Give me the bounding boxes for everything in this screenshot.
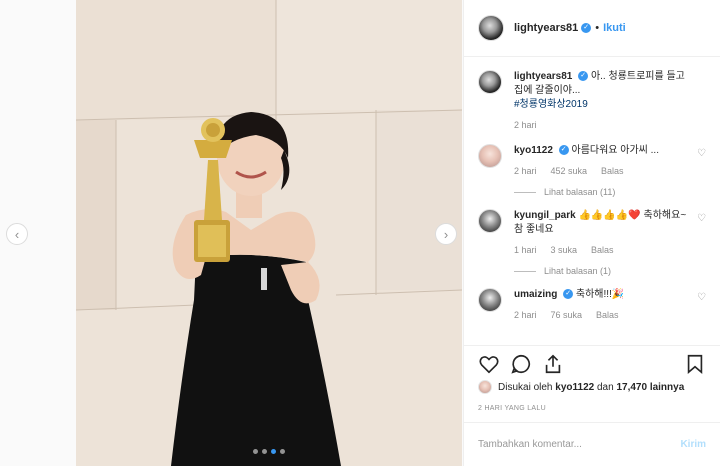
view-replies-label[interactable]: Lihat balasan (11) — [544, 185, 615, 199]
commenter-username[interactable]: kyo1122 — [514, 145, 553, 156]
commenter-avatar[interactable] — [478, 209, 502, 233]
comment-item: kyungil_park 👍👍👍👍❤️ 축하해요~ 참 좋네요 1 hari 3… — [478, 209, 706, 278]
post-header: lightyears81 ✓ • Ikuti — [464, 0, 720, 57]
author-avatar[interactable] — [478, 15, 504, 41]
comment-text: 아름다워요 아가씨 ... — [571, 145, 660, 156]
carousel-dot[interactable] — [280, 449, 285, 454]
view-replies-label[interactable]: Lihat balasan (1) — [544, 264, 611, 278]
comment-time: 2 hari — [514, 166, 537, 176]
follow-button[interactable]: Ikuti — [603, 22, 626, 34]
comment-heart-icon[interactable]: ♡ — [697, 213, 706, 224]
carousel-dot[interactable] — [253, 449, 258, 454]
view-replies[interactable]: Lihat balasan (11) — [514, 185, 688, 199]
author-username[interactable]: lightyears81 — [514, 22, 578, 34]
comment-meta: 2 hari — [514, 118, 688, 132]
commenter-username[interactable]: kyungil_park — [514, 210, 576, 221]
commenter-username[interactable]: umaizing — [514, 289, 557, 300]
replies-divider — [514, 270, 536, 272]
comment-likes[interactable]: 3 suka — [551, 243, 578, 257]
post-actions — [464, 345, 720, 381]
post-comment-button[interactable]: Kirim — [680, 439, 706, 450]
comment-time: 2 hari — [514, 310, 537, 320]
comment-icon[interactable] — [510, 353, 532, 375]
photo-illustration — [76, 0, 462, 466]
add-comment-bar: Kirim — [464, 422, 720, 466]
likes-prefix: Disukai oleh — [498, 381, 553, 393]
reply-button[interactable]: Balas — [596, 308, 619, 322]
commenter-avatar[interactable] — [478, 288, 502, 312]
carousel-dot-active[interactable] — [271, 449, 276, 454]
reply-button[interactable]: Balas — [601, 164, 624, 178]
instagram-post-modal: ‹ › lightyears81 ✓ • Ikuti lightyears81 … — [0, 0, 720, 466]
carousel-dot[interactable] — [262, 449, 267, 454]
likes-summary: Disukai oleh kyo1122 dan 17,470 lainnya — [478, 380, 706, 394]
post-timestamp[interactable]: 2 HARI YANG LALU — [478, 405, 546, 412]
comment-likes[interactable]: 76 suka — [551, 308, 583, 322]
comments-list[interactable]: lightyears81 ✓ 아.. 청룡트로피를 들고 집에 갈줄이야... … — [464, 58, 720, 344]
comment-item: kyo1122 ✓ 아름다워요 아가씨 ... 2 hari 452 suka … — [478, 144, 706, 199]
hashtag-link[interactable]: #청룡영화상2019 — [514, 99, 588, 110]
verified-badge-icon: ✓ — [558, 145, 569, 156]
comment-time: 1 hari — [514, 245, 537, 255]
carousel-dots — [76, 449, 462, 454]
commenter-avatar[interactable] — [478, 144, 502, 168]
commenter-avatar[interactable] — [478, 70, 502, 94]
comment-heart-icon[interactable]: ♡ — [697, 292, 706, 303]
post-side-panel: lightyears81 ✓ • Ikuti lightyears81 ✓ 아.… — [463, 0, 720, 466]
liker-username[interactable]: kyo1122 — [555, 382, 594, 393]
share-icon[interactable] — [542, 353, 564, 375]
comment-time: 2 hari — [514, 120, 537, 130]
view-replies[interactable]: Lihat balasan (1) — [514, 264, 688, 278]
chevron-left-icon[interactable]: ‹ — [6, 223, 28, 245]
heart-icon[interactable] — [478, 353, 500, 375]
post-photo — [76, 0, 462, 466]
caption: lightyears81 ✓ 아.. 청룡트로피를 들고 집에 갈줄이야... … — [478, 70, 706, 132]
comment-text: 축하해!!!🎉 — [575, 289, 625, 300]
commenter-username[interactable]: lightyears81 — [514, 71, 572, 82]
liker-avatar[interactable] — [478, 380, 492, 394]
likes-middle: dan — [596, 381, 614, 393]
comment-heart-icon[interactable]: ♡ — [697, 148, 706, 159]
verified-badge-icon: ✓ — [563, 289, 574, 300]
comment-item: umaizing ✓ 축하해!!!🎉 2 hari 76 suka Balas … — [478, 288, 706, 322]
bookmark-icon[interactable] — [684, 353, 706, 375]
chevron-right-icon[interactable]: › — [435, 223, 457, 245]
reply-button[interactable]: Balas — [591, 243, 614, 257]
comment-meta: 2 hari 76 suka Balas — [514, 308, 688, 322]
comment-meta: 2 hari 452 suka Balas — [514, 164, 688, 178]
comment-likes[interactable]: 452 suka — [551, 164, 588, 178]
verified-badge-icon: ✓ — [581, 23, 592, 33]
comment-meta: 1 hari 3 suka Balas — [514, 243, 688, 257]
header-separator: • — [595, 22, 600, 34]
likes-count[interactable]: 17,470 lainnya — [616, 382, 684, 393]
verified-badge-icon: ✓ — [578, 71, 589, 82]
comment-input[interactable] — [478, 439, 681, 450]
replies-divider — [514, 191, 536, 193]
